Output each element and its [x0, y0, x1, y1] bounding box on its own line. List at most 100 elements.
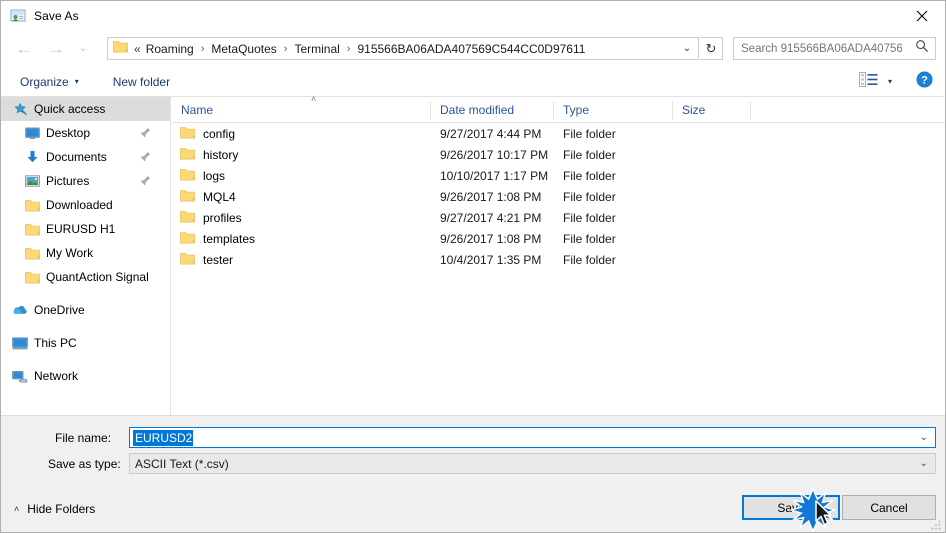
breadcrumb-item-instance[interactable]: 915566BA06ADA407569C544CC0D97611 [356, 42, 586, 56]
file-type: File folder [563, 210, 616, 225]
save-button[interactable]: Save [742, 495, 840, 520]
back-icon[interactable]: ← [11, 35, 37, 61]
organize-button[interactable]: Organize ▾ [14, 71, 85, 93]
save-as-type-select[interactable]: ASCII Text (*.csv) ⌄ [129, 453, 936, 474]
cancel-button[interactable]: Cancel [842, 495, 936, 520]
column-header-date-modified[interactable]: Date modified [431, 97, 554, 123]
file-name-cell: history [172, 147, 431, 163]
sidebar-item-desktop[interactable]: Desktop [1, 121, 170, 145]
sidebar-item-my-work[interactable]: My Work [1, 241, 170, 265]
file-name-label: File name: [55, 431, 112, 445]
sidebar-item-quick-access[interactable]: Quick access [1, 97, 170, 121]
hide-folders-button[interactable]: ˄ Hide Folders [14, 502, 95, 516]
new-folder-button[interactable]: New folder [107, 71, 176, 93]
organize-label: Organize [20, 74, 69, 89]
star-pin-icon [11, 102, 29, 117]
breadcrumb-separator-icon[interactable]: › [341, 43, 357, 55]
breadcrumb-separator-icon[interactable]: › [278, 43, 294, 55]
network-icon [11, 370, 29, 383]
file-date-modified: 9/27/2017 4:44 PM [440, 126, 542, 141]
sidebar-item-onedrive[interactable]: OneDrive [1, 298, 170, 322]
file-name: profiles [203, 210, 242, 225]
folder-icon [180, 210, 195, 226]
sidebar-item-label: Pictures [46, 174, 90, 188]
hide-folders-label: Hide Folders [27, 502, 96, 516]
folder-icon [180, 231, 195, 247]
sidebar-item-label: Downloaded [46, 198, 113, 212]
breadcrumb-item-metaquotes[interactable]: MetaQuotes [210, 42, 277, 56]
sidebar-item-this-pc[interactable]: This PC [1, 331, 170, 355]
folder-icon [23, 223, 41, 236]
sidebar-item-network[interactable]: Network [1, 364, 170, 388]
thispc-icon [11, 336, 29, 350]
column-header-name-label: Name [181, 102, 214, 117]
file-type: File folder [563, 147, 616, 162]
sidebar-item-downloaded[interactable]: Downloaded [1, 193, 170, 217]
pin-icon[interactable] [140, 127, 151, 141]
documents-icon [23, 150, 41, 164]
breadcrumb-item-roaming[interactable]: Roaming [145, 42, 195, 56]
search-input[interactable] [734, 39, 904, 58]
chevron-down-icon[interactable]: ▾ [888, 77, 892, 86]
folder-icon [23, 271, 41, 284]
onedrive-icon [11, 304, 29, 316]
list-view-icon[interactable] [859, 71, 879, 92]
sidebar-item-documents[interactable]: Documents [1, 145, 170, 169]
column-header-type[interactable]: Type [554, 97, 673, 123]
breadcrumb-separator-icon[interactable]: › [195, 43, 211, 55]
help-icon[interactable]: ? [916, 71, 933, 93]
column-header-row: Name ˄ Date modified Type Size [172, 93, 945, 123]
file-type: File folder [563, 189, 616, 204]
recent-locations-icon[interactable]: ⌄ [73, 35, 93, 61]
file-date-modified: 9/26/2017 1:08 PM [440, 231, 542, 246]
chevron-down-icon: ▾ [74, 77, 79, 86]
chevron-down-icon[interactable]: ⌄ [920, 458, 928, 469]
chevron-down-icon[interactable]: ⌄ [920, 432, 928, 443]
file-date-modified: 9/26/2017 10:17 PM [440, 147, 549, 162]
table-row[interactable]: MQL4 9/26/2017 1:08 PM File folder [172, 186, 945, 207]
sidebar-item-label: Quick access [34, 102, 106, 116]
sidebar-item-quantaction-signal[interactable]: QuantAction Signal [1, 265, 170, 289]
column-header-name[interactable]: Name ˄ [172, 93, 431, 123]
breadcrumb-overflow[interactable]: « [128, 42, 145, 56]
file-name-cell: logs [172, 168, 431, 184]
file-name-cell: tester [172, 252, 431, 268]
search-box[interactable] [733, 37, 936, 60]
close-button[interactable] [899, 1, 945, 31]
column-header-type-label: Type [563, 102, 590, 117]
file-name-cell: MQL4 [172, 189, 431, 205]
file-name-cell: config [172, 126, 431, 142]
sort-ascending-icon: ˄ [311, 93, 317, 104]
refresh-icon[interactable]: ↻ [700, 37, 723, 60]
table-row[interactable]: tester 10/4/2017 1:35 PM File folder [172, 249, 945, 270]
file-date-modified: 9/26/2017 1:08 PM [440, 189, 542, 204]
file-list-pane: Name ˄ Date modified Type Size config 9/… [172, 93, 945, 415]
pin-icon[interactable] [140, 175, 151, 189]
sidebar-item-label: Network [34, 369, 79, 383]
resize-grip[interactable] [930, 518, 942, 530]
table-row[interactable]: history 9/26/2017 10:17 PM File folder [172, 144, 945, 165]
sidebar-item-pictures[interactable]: Pictures [1, 169, 170, 193]
search-icon[interactable] [915, 39, 929, 58]
sidebar-item-eurusd-h1[interactable]: EURUSD H1 [1, 217, 170, 241]
save-as-dialog: Save As ← → ⌄ ↑ « Roaming › MetaQuotes ›… [0, 0, 946, 533]
forward-icon[interactable]: → [43, 35, 69, 61]
new-folder-label: New folder [112, 74, 171, 89]
chevron-down-icon[interactable]: ⌄ [676, 38, 698, 59]
breadcrumb-item-terminal[interactable]: Terminal [293, 42, 340, 56]
file-name-cell: templates [172, 231, 431, 247]
folder-icon [23, 247, 41, 260]
pin-icon[interactable] [140, 151, 151, 165]
table-row[interactable]: templates 9/26/2017 1:08 PM File folder [172, 228, 945, 249]
folder-icon [180, 189, 195, 205]
table-row[interactable]: profiles 9/27/2017 4:21 PM File folder [172, 207, 945, 228]
pictures-icon [23, 175, 41, 187]
file-name-input[interactable]: EURUSD2 ⌄ [129, 427, 936, 448]
column-header-size[interactable]: Size [673, 97, 751, 123]
table-row[interactable]: config 9/27/2017 4:44 PM File folder [172, 123, 945, 144]
sidebar-item-label: My Work [46, 246, 94, 260]
sidebar-item-label: Documents [46, 150, 107, 164]
table-row[interactable]: logs 10/10/2017 1:17 PM File folder [172, 165, 945, 186]
address-bar[interactable]: « Roaming › MetaQuotes › Terminal › 9155… [107, 37, 699, 60]
